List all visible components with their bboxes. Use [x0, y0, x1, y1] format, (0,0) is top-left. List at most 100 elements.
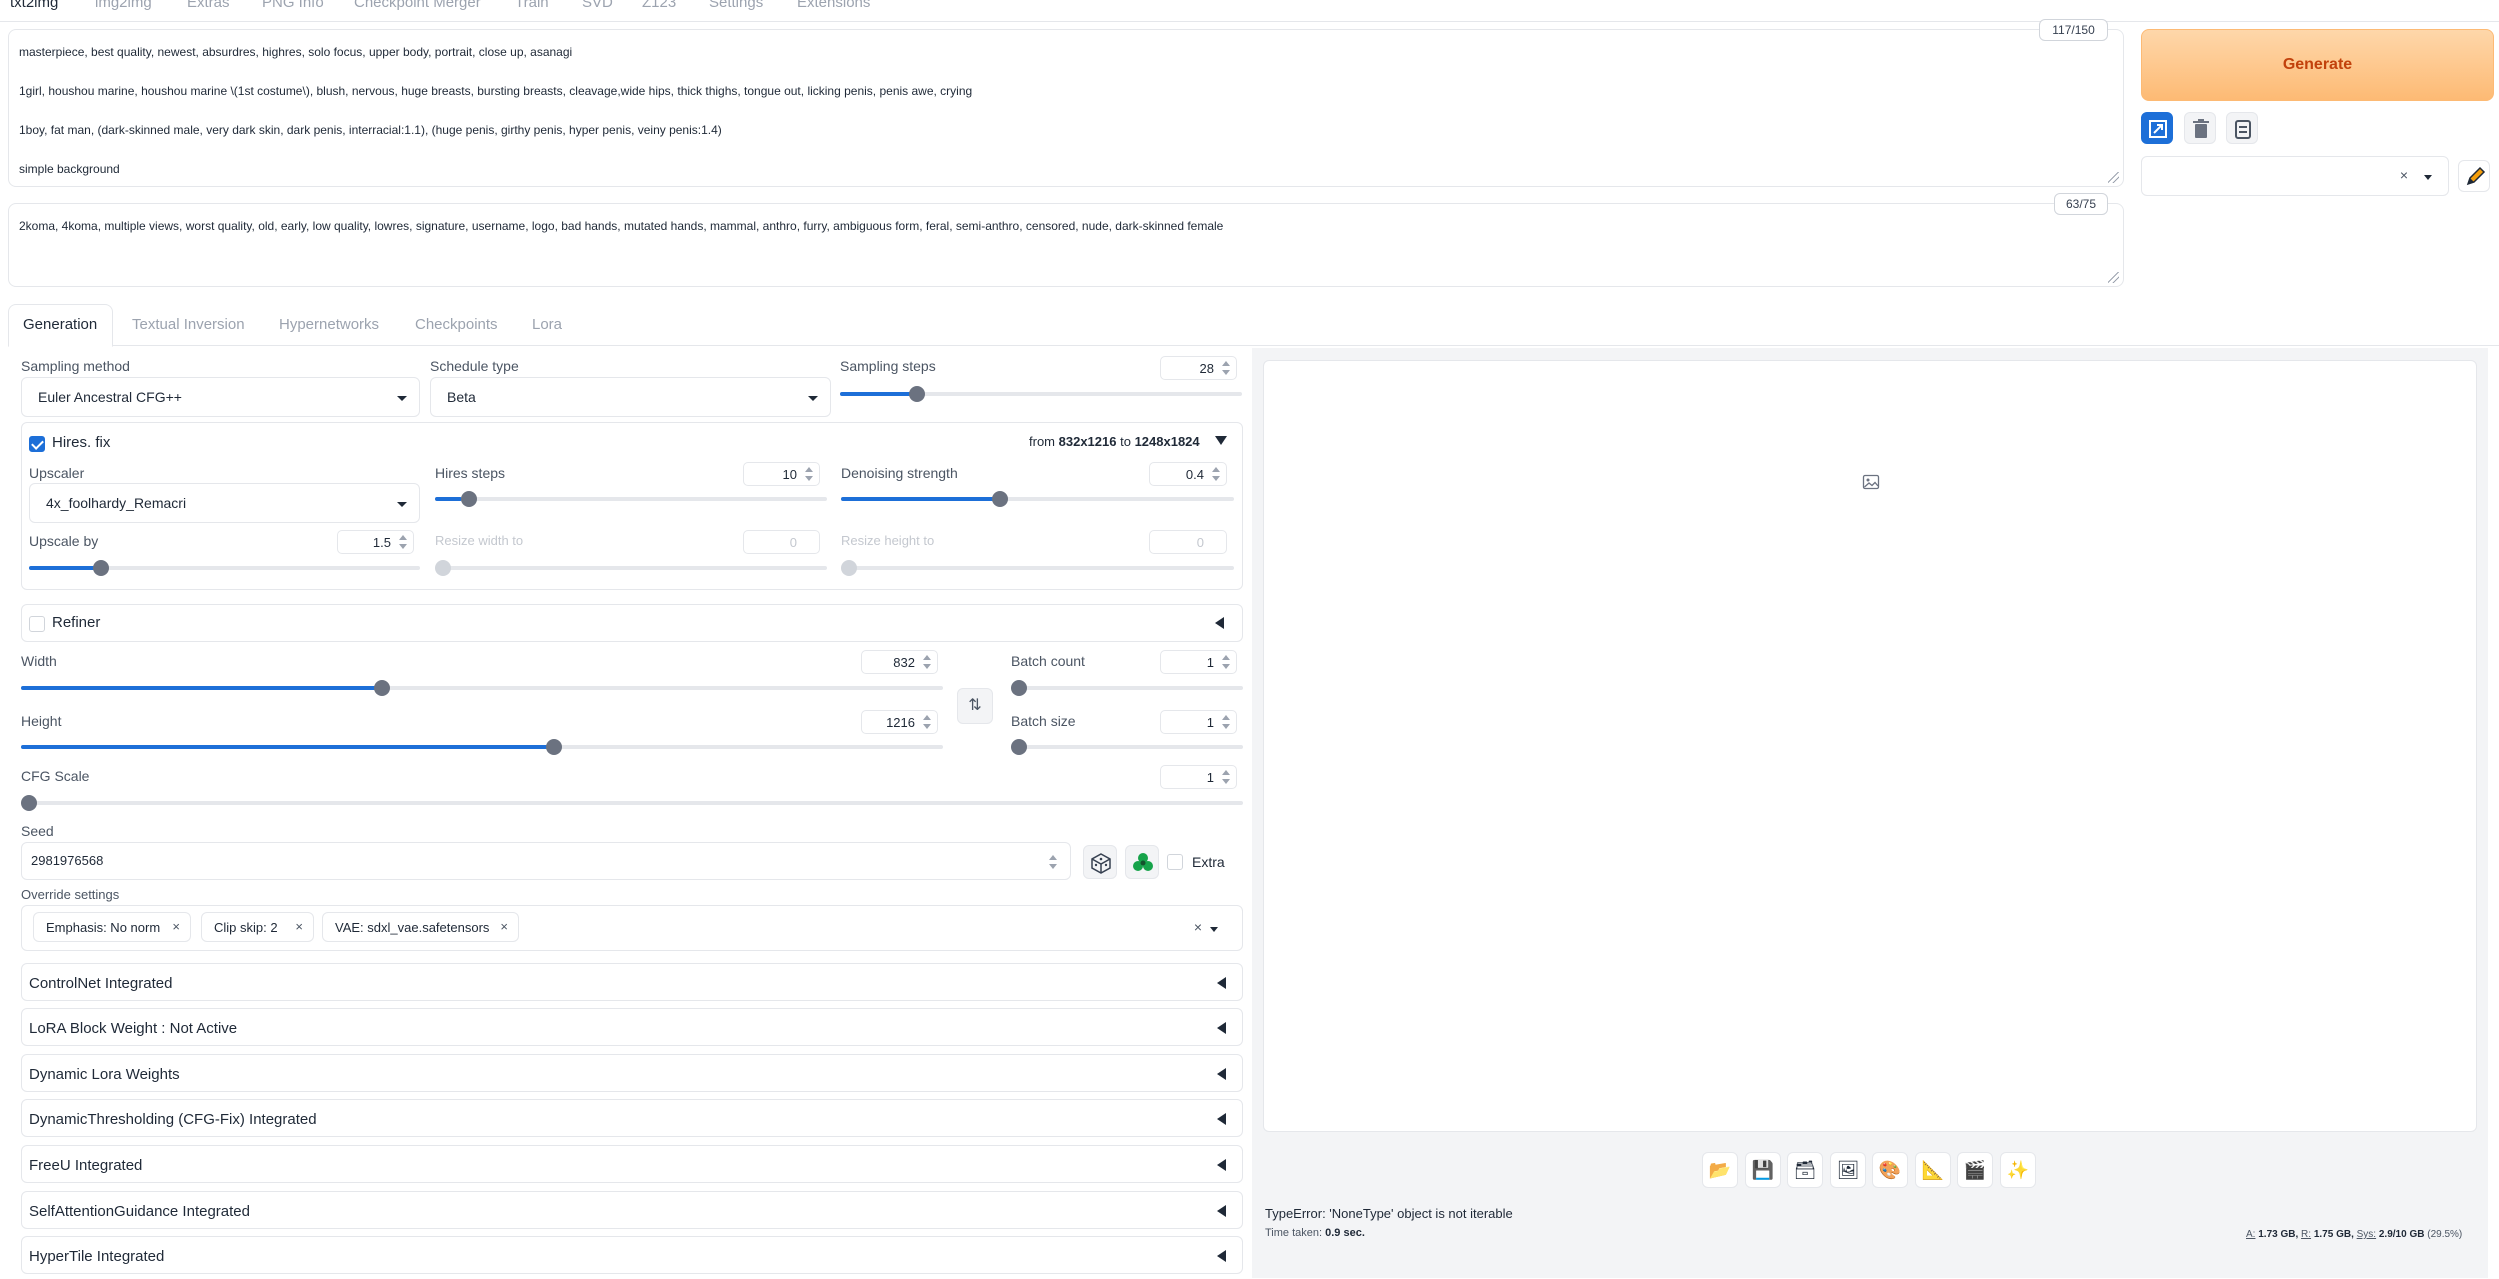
refiner-checkbox[interactable]: [29, 616, 45, 632]
open-folder-button[interactable]: 📂: [1702, 1152, 1738, 1188]
accordion-controlnet[interactable]: ControlNet Integrated: [21, 963, 1243, 1001]
sparkle-icon: ✨: [2006, 1160, 2030, 1180]
prompt-textarea[interactable]: masterpiece, best quality, newest, absur…: [8, 29, 2124, 187]
collapse-icon[interactable]: [1215, 436, 1227, 445]
send-to-extras-button[interactable]: 📐: [1915, 1152, 1951, 1188]
tab-z123[interactable]: Z123: [642, 0, 676, 11]
tab-extras[interactable]: Extras: [187, 0, 230, 11]
send-to-img2img-button[interactable]: 🖼: [1830, 1152, 1866, 1188]
batch-count-input[interactable]: 1: [1160, 650, 1237, 674]
zip-button[interactable]: 🗃: [1787, 1152, 1823, 1188]
batch-size-label: Batch size: [1011, 713, 1076, 729]
sampling-steps-slider[interactable]: [840, 386, 1242, 402]
accordion-title: FreeU Integrated: [29, 1157, 143, 1174]
width-slider[interactable]: [21, 680, 943, 696]
spinner-icon[interactable]: [1211, 467, 1221, 481]
clear-icon[interactable]: ×: [2400, 167, 2408, 183]
accordion-dynamic-thresholding[interactable]: DynamicThresholding (CFG-Fix) Integrated: [21, 1099, 1243, 1137]
batch-size-slider[interactable]: [1011, 739, 1243, 755]
styles-dropdown[interactable]: ×: [2141, 156, 2449, 196]
denoising-strength-input[interactable]: 0.4: [1149, 462, 1227, 486]
extra-seed-checkbox[interactable]: [1167, 854, 1183, 870]
clear-prompt-button[interactable]: [2184, 112, 2216, 144]
tab-hypernetworks[interactable]: Hypernetworks: [279, 316, 379, 333]
sampling-method-select[interactable]: Euler Ancestral CFG++: [21, 377, 420, 417]
send-to-svd-button[interactable]: 🎬: [1957, 1152, 1993, 1188]
override-chip-label: VAE: sdxl_vae.safetensors: [335, 920, 490, 935]
tab-textual-inversion[interactable]: Textual Inversion: [132, 316, 245, 333]
hires-size-info: from 832x1216 to 1248x1824: [1029, 434, 1200, 449]
tab-img2img[interactable]: img2img: [95, 0, 152, 11]
tab-checkpoints[interactable]: Checkpoints: [415, 316, 498, 333]
resize-grip-icon[interactable]: [2108, 272, 2119, 283]
chevron-down-icon[interactable]: [2424, 175, 2432, 180]
spinner-icon[interactable]: [1048, 855, 1058, 869]
upscaler-select[interactable]: 4x_foolhardy_Remacri: [29, 483, 420, 523]
width-label: Width: [21, 653, 57, 669]
accordion-self-attention-guidance[interactable]: SelfAttentionGuidance Integrated: [21, 1191, 1243, 1229]
spinner-icon[interactable]: [804, 467, 814, 481]
override-chip: Emphasis: No norm ×: [33, 912, 191, 942]
hires-steps-input[interactable]: 10: [743, 462, 820, 486]
spinner-icon[interactable]: [1221, 655, 1231, 669]
tab-txt2img[interactable]: txt2img: [10, 0, 58, 11]
upscale-by-input[interactable]: 1.5: [337, 530, 414, 554]
save-icon: 💾: [1751, 1160, 1775, 1180]
spinner-icon[interactable]: [1221, 361, 1231, 375]
tab-png-info[interactable]: PNG Info: [262, 0, 324, 11]
accordion-hypertile[interactable]: HyperTile Integrated: [21, 1236, 1243, 1274]
swap-dimensions-button[interactable]: ⇅: [957, 688, 993, 724]
schedule-type-select[interactable]: Beta: [430, 377, 831, 417]
remove-chip-icon[interactable]: ×: [500, 919, 508, 934]
height-input[interactable]: 1216: [861, 710, 938, 734]
clear-icon[interactable]: ×: [1194, 919, 1202, 935]
negative-prompt-textarea[interactable]: 2koma, 4koma, multiple views, worst qual…: [8, 203, 2124, 287]
sampling-steps-input[interactable]: 28: [1160, 356, 1237, 380]
seed-label: Seed: [21, 823, 54, 839]
chevron-down-icon[interactable]: [1210, 927, 1218, 932]
send-to-inpaint-button[interactable]: 🎨: [1872, 1152, 1908, 1188]
seed-input[interactable]: 2981976568: [21, 842, 1071, 880]
extra-networks-button[interactable]: [2226, 112, 2258, 144]
accordion-lora-block-weight[interactable]: LoRA Block Weight : Not Active: [21, 1008, 1243, 1046]
spinner-icon[interactable]: [922, 655, 932, 669]
tab-train[interactable]: Train: [515, 0, 549, 11]
expand-icon[interactable]: [1215, 617, 1224, 629]
cfg-scale-slider[interactable]: [21, 795, 1243, 811]
denoising-strength-slider[interactable]: [841, 491, 1234, 507]
spinner-icon[interactable]: [398, 535, 408, 549]
tab-svd[interactable]: SVD: [582, 0, 613, 11]
mem-pct-value: (29.5%): [2427, 1229, 2463, 1240]
spinner-icon[interactable]: [922, 715, 932, 729]
refiner-panel[interactable]: [21, 604, 1243, 642]
tab-extensions[interactable]: Extensions: [797, 0, 870, 11]
upscale-button[interactable]: ✨: [2000, 1152, 2036, 1188]
tab-lora[interactable]: Lora: [532, 316, 562, 333]
width-input[interactable]: 832: [861, 650, 938, 674]
batch-count-slider[interactable]: [1011, 680, 1243, 696]
accordion-title: ControlNet Integrated: [29, 975, 173, 992]
batch-size-input[interactable]: 1: [1160, 710, 1237, 734]
tab-generation[interactable]: Generation: [23, 316, 97, 333]
cfg-scale-input[interactable]: 1: [1160, 765, 1237, 789]
remove-chip-icon[interactable]: ×: [295, 919, 303, 934]
remove-chip-icon[interactable]: ×: [172, 919, 180, 934]
hires-steps-slider[interactable]: [435, 491, 827, 507]
random-seed-button[interactable]: [1083, 845, 1117, 879]
tab-settings[interactable]: Settings: [709, 0, 763, 11]
height-slider[interactable]: [21, 739, 943, 755]
accordion-dynamic-lora-weights[interactable]: Dynamic Lora Weights: [21, 1054, 1243, 1092]
resize-grip-icon[interactable]: [2108, 172, 2119, 183]
accordion-freeu[interactable]: FreeU Integrated: [21, 1145, 1243, 1183]
upscale-by-slider[interactable]: [29, 560, 420, 576]
tab-checkpoint-merger[interactable]: Checkpoint Merger: [354, 0, 481, 11]
spinner-icon[interactable]: [1221, 770, 1231, 784]
spinner-icon[interactable]: [1221, 715, 1231, 729]
edit-styles-button[interactable]: [2458, 160, 2490, 192]
reuse-seed-button[interactable]: [1125, 845, 1159, 879]
picture-icon: 🖼: [1836, 1160, 1860, 1180]
generate-button[interactable]: Generate: [2141, 29, 2494, 101]
paste-params-button[interactable]: [2141, 112, 2173, 144]
hires-fix-checkbox[interactable]: [29, 436, 45, 452]
save-button[interactable]: 💾: [1745, 1152, 1781, 1188]
